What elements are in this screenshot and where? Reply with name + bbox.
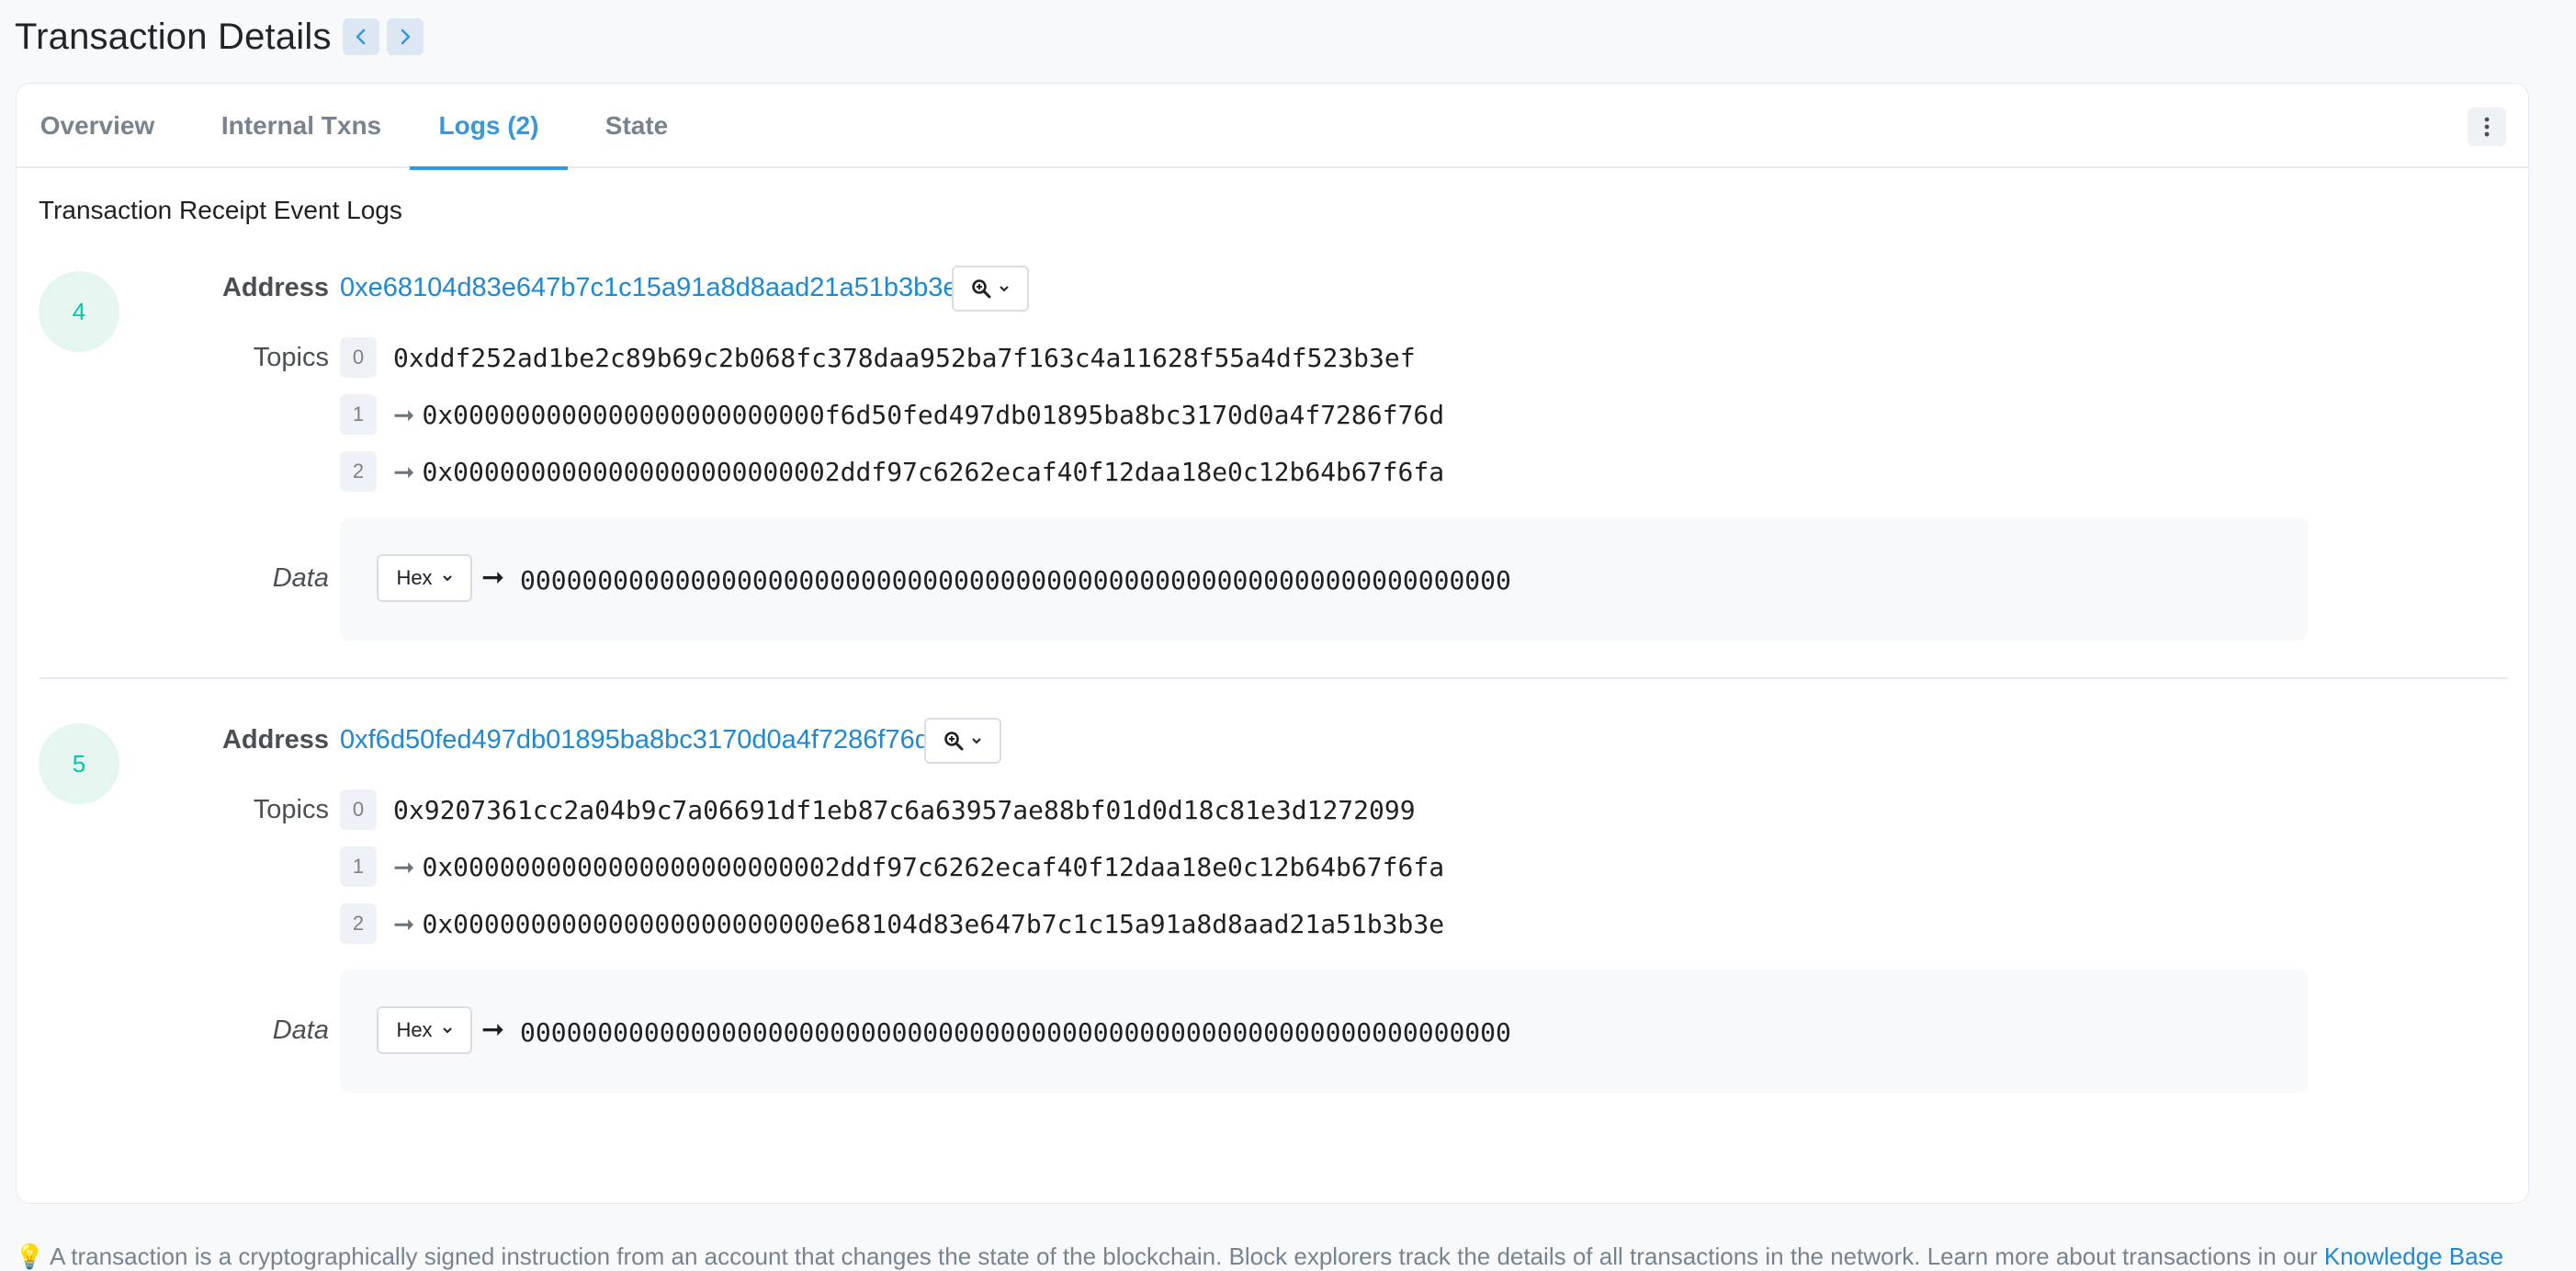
log-divider	[39, 677, 2508, 679]
data-box: Hex ➞ 0000000000000000000000000000000000…	[340, 517, 2308, 641]
vertical-ellipsis-icon	[2484, 117, 2490, 137]
arrow-right-icon: ➞	[393, 457, 415, 486]
topics-label: Topics	[253, 343, 329, 372]
chevron-down-icon	[442, 575, 452, 582]
data-format-select[interactable]: Hex	[377, 1006, 472, 1054]
topic-value: 0x0000000000000000000000002ddf97c6262eca…	[422, 851, 1445, 882]
topic-row: 0 0x9207361cc2a04b9c7a06691df1eb87c6a639…	[340, 789, 1416, 830]
tab-bar: Overview Internal Txns Logs (2) State	[17, 84, 2528, 170]
tab-logs[interactable]: Logs (2)	[410, 84, 568, 170]
data-value: 0000000000000000000000000000000000000000…	[520, 1017, 1511, 1048]
tab-state[interactable]: State	[588, 84, 685, 168]
chevron-down-icon	[972, 738, 981, 744]
arrow-right-icon: ➞	[393, 852, 415, 881]
data-format-value: Hex	[396, 566, 433, 589]
more-options-button[interactable]	[2468, 108, 2506, 146]
topic-row: 0 0xddf252ad1be2c89b69c2b068fc378daa952b…	[340, 337, 1416, 378]
address-label: Address	[221, 725, 329, 755]
log-address-link[interactable]: 0xf6d50fed497db01895ba8bc3170d0a4f7286f7…	[340, 725, 930, 755]
arrow-right-icon: ➞	[481, 1015, 505, 1045]
data-label: Data	[272, 1016, 329, 1045]
log-index-badge: 4	[39, 271, 119, 352]
topic-value: 0x000000000000000000000000e68104d83e647b…	[422, 908, 1445, 939]
data-box: Hex ➞ 0000000000000000000000000000000000…	[340, 970, 2308, 1093]
topic-row: 2 ➞ 0x000000000000000000000000e68104d83e…	[340, 903, 1444, 944]
knowledge-base-link[interactable]: Knowledge Base	[2324, 1243, 2503, 1270]
log-index-badge: 5	[39, 723, 119, 804]
transaction-card: Overview Internal Txns Logs (2) State Tr…	[16, 83, 2529, 1204]
zoom-in-icon	[972, 279, 991, 299]
topic-index: 2	[340, 451, 377, 492]
chevron-down-icon	[442, 1027, 452, 1034]
topic-row: 2 ➞ 0x0000000000000000000000002ddf97c626…	[340, 451, 1444, 492]
arrow-right-icon: ➞	[393, 400, 415, 429]
chevron-right-icon	[401, 28, 410, 45]
next-transaction-button[interactable]	[386, 18, 424, 55]
footer-text: A transaction is a cryptographically sig…	[50, 1243, 2318, 1270]
topic-index: 1	[340, 394, 377, 435]
page-title: Transaction Details	[15, 16, 332, 57]
page-header: Transaction Details	[15, 9, 424, 64]
data-format-value: Hex	[396, 1018, 433, 1041]
topic-value: 0x0000000000000000000000002ddf97c6262eca…	[422, 456, 1445, 487]
topic-index: 0	[340, 337, 377, 378]
topic-row: 1 ➞ 0x0000000000000000000000002ddf97c626…	[340, 846, 1444, 887]
chevron-down-icon	[1000, 286, 1009, 292]
tab-overview[interactable]: Overview	[39, 84, 156, 168]
topic-value: 0x000000000000000000000000f6d50fed497db0…	[422, 399, 1445, 430]
topic-index: 1	[340, 846, 377, 887]
topic-index: 2	[340, 903, 377, 944]
data-value: 0000000000000000000000000000000000000000…	[520, 565, 1511, 596]
topic-value: 0x9207361cc2a04b9c7a06691df1eb87c6a63957…	[393, 794, 1416, 825]
arrow-right-icon: ➞	[481, 562, 505, 593]
zoom-in-icon	[944, 732, 964, 751]
log-address-link[interactable]: 0xe68104d83e647b7c1c15a91a8d8aad21a51b3b…	[340, 273, 958, 303]
topic-index: 0	[340, 789, 377, 830]
lightbulb-icon: 💡	[15, 1243, 45, 1270]
data-format-select[interactable]: Hex	[377, 554, 472, 602]
topic-value: 0xddf252ad1be2c89b69c2b068fc378daa952ba7…	[393, 342, 1416, 373]
address-search-dropdown[interactable]	[952, 266, 1029, 312]
tab-internal-txns[interactable]: Internal Txns	[211, 84, 391, 168]
data-label: Data	[272, 563, 329, 593]
arrow-right-icon: ➞	[393, 909, 415, 938]
previous-transaction-button[interactable]	[342, 18, 379, 55]
section-title: Transaction Receipt Event Logs	[39, 196, 402, 224]
address-label: Address	[221, 273, 329, 302]
topics-label: Topics	[253, 795, 329, 824]
chevron-left-icon	[356, 28, 365, 45]
address-search-dropdown[interactable]	[924, 718, 1001, 764]
topic-row: 1 ➞ 0x000000000000000000000000f6d50fed49…	[340, 394, 1444, 435]
